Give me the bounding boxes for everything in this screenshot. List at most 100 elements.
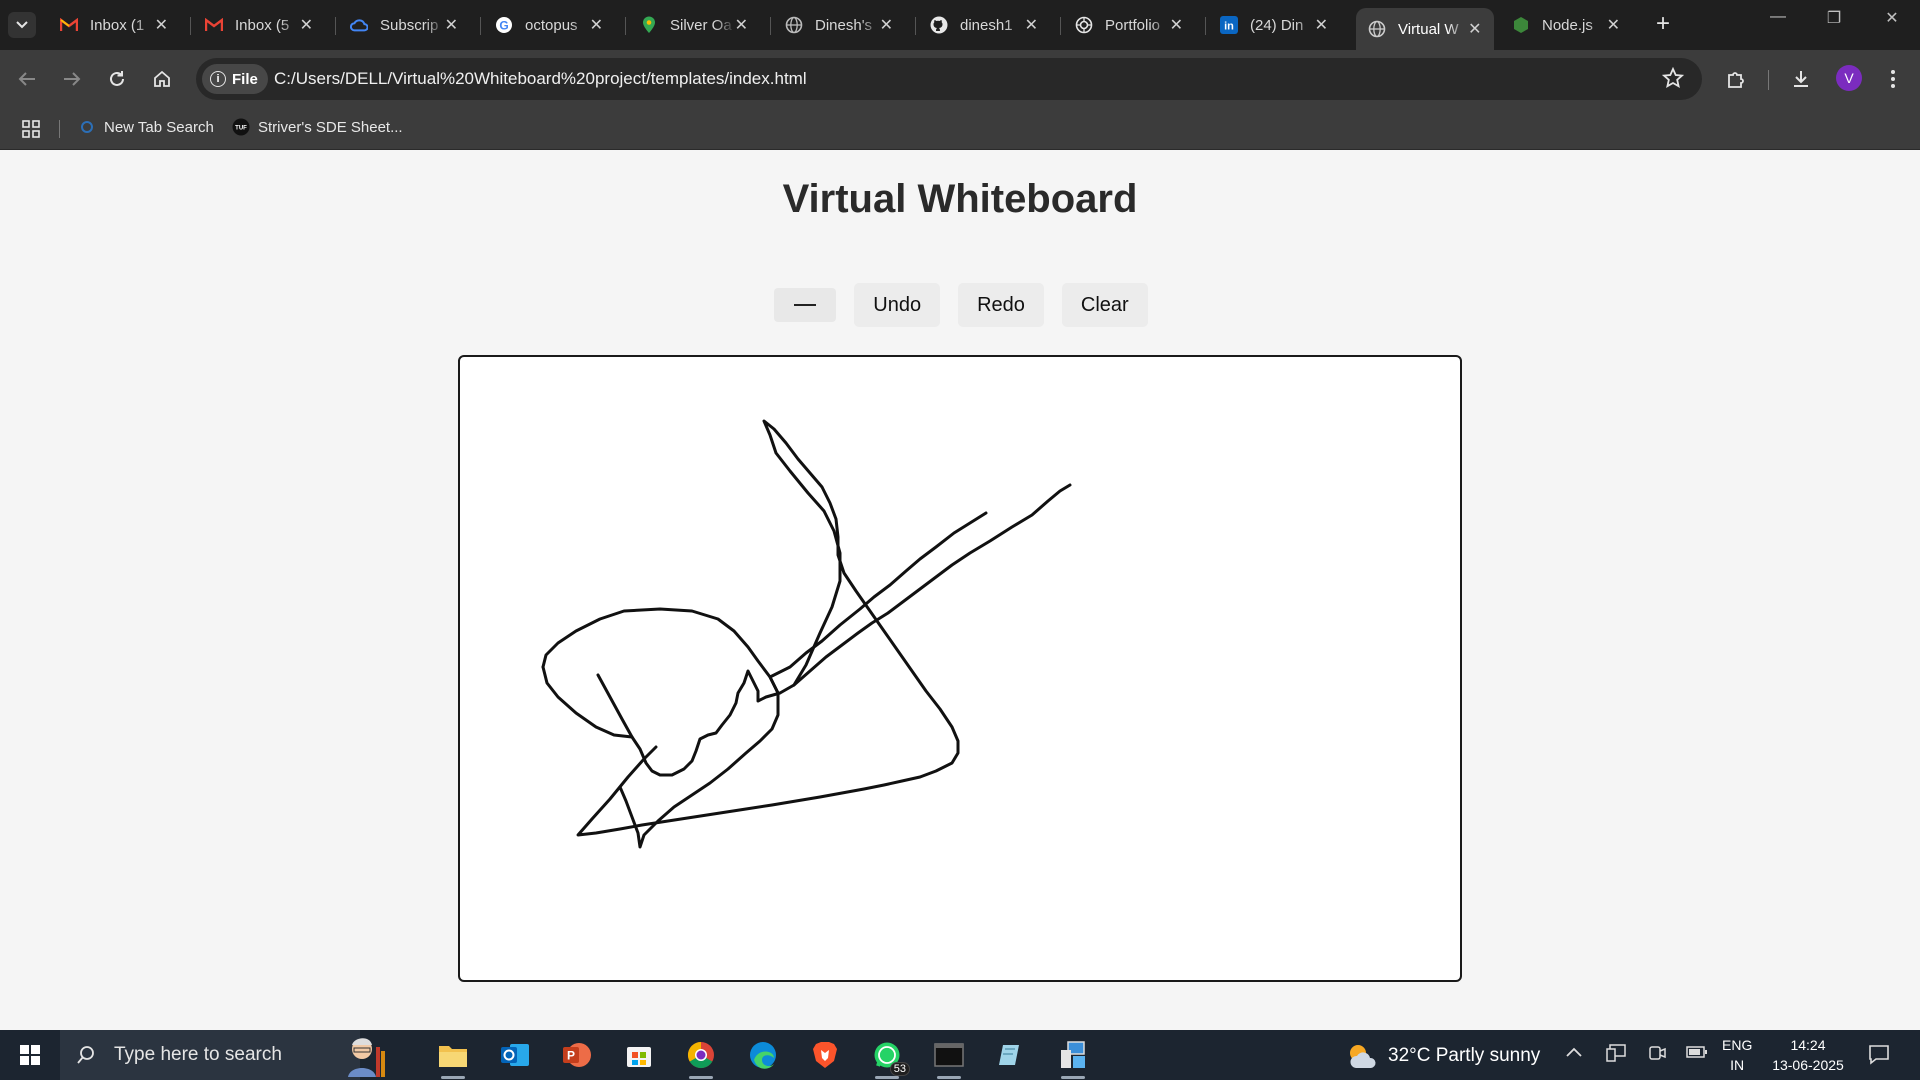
downloads-button[interactable] [1786,64,1816,94]
close-icon[interactable]: ✕ [1315,15,1328,35]
tab-dineshs[interactable]: Dinesh's ✕ [773,8,905,42]
close-icon[interactable]: ✕ [1468,19,1482,39]
bookmarks-bar: New Tab Search TUF Striver's SDE Sheet..… [0,108,1920,150]
battery-tray-button[interactable] [1686,1045,1708,1064]
search-placeholder: Type here to search [114,1044,282,1065]
redo-button[interactable]: Redo [958,283,1044,327]
color-picker[interactable] [774,288,837,322]
bookmark-star-button[interactable] [1661,66,1685,94]
control-panel-icon [1061,1041,1085,1068]
whatsapp-app[interactable]: 53 [870,1038,910,1079]
menu-button[interactable] [1878,64,1908,94]
tab-subscriptions[interactable]: Subscrip ✕ [338,8,470,42]
tab-octopus[interactable]: G octopus ✕ [483,8,615,42]
edge-app[interactable] [746,1038,780,1072]
bookmark-label: Striver's SDE Sheet... [258,118,403,136]
forward-button[interactable] [57,64,87,94]
tab-gmail-1[interactable]: Inbox (1 ✕ [48,8,180,42]
puzzle-icon [1728,72,1744,88]
search-highlight-image[interactable] [344,1032,388,1078]
url-text[interactable]: C:/Users/DELL/Virtual%20Whiteboard%20pro… [274,69,807,89]
home-button[interactable] [147,64,177,94]
globe-icon [785,16,803,34]
reload-button[interactable] [102,64,132,94]
bookmark-new-tab-search[interactable]: New Tab Search [78,118,214,136]
tab-silver-oak[interactable]: Silver Oa ✕ [628,8,760,42]
back-button[interactable] [12,64,42,94]
language-indicator[interactable]: ENG IN [1722,1035,1752,1075]
close-icon[interactable]: ✕ [880,15,893,35]
start-button[interactable] [0,1030,60,1080]
close-icon[interactable]: ✕ [1607,15,1620,35]
folder-icon [439,1046,467,1067]
bookmark-strivers-sheet[interactable]: TUF Striver's SDE Sheet... [232,118,403,136]
weather-text: 32°C Partly sunny [1388,1045,1541,1066]
tab-search-button[interactable] [8,12,36,38]
profile-avatar[interactable]: V [1836,65,1862,91]
file-explorer-app[interactable] [436,1038,470,1079]
tab-title: Node.js [1542,16,1593,34]
tab-gmail-2[interactable]: Inbox (5 ✕ [193,8,325,42]
microsoft-store-app[interactable] [622,1038,656,1072]
kebab-menu-icon [1891,70,1895,88]
drawn-stroke [541,665,634,739]
tab-nodejs[interactable]: Node.js ✕ [1500,8,1632,42]
nodejs-icon [1512,16,1530,34]
close-icon[interactable]: ✕ [735,15,748,35]
system-clock[interactable]: 14:24 13-06-2025 [1768,1035,1848,1075]
whiteboard-canvas[interactable] [458,355,1462,982]
address-bar[interactable]: i File C:/Users/DELL/Virtual%20Whiteboar… [196,58,1702,100]
control-panel-app[interactable] [1056,1038,1090,1079]
undo-button[interactable]: Undo [854,283,941,327]
outlook-icon [501,1044,529,1066]
clear-button[interactable]: Clear [1061,283,1148,327]
tab-title: Inbox (1 [90,16,145,34]
close-icon[interactable]: ✕ [1025,15,1038,35]
close-icon[interactable]: ✕ [300,15,313,35]
apps-button[interactable] [22,120,40,138]
close-icon[interactable]: ✕ [590,15,603,35]
tab-portfolio[interactable]: Portfolio ✕ [1063,8,1195,42]
powerpoint-app[interactable]: P [560,1038,594,1072]
drawn-stroke [768,511,988,695]
windows-logo-icon [20,1045,40,1065]
extensions-button[interactable] [1722,64,1752,94]
gmail-icon [60,16,78,34]
page-content: Virtual Whiteboard Undo Redo Clear [0,151,1920,1029]
new-tab-button[interactable]: + [1648,10,1678,38]
clock-time: 14:24 [1790,1037,1826,1053]
tab-strip: Inbox (1 ✕ Inbox (5 ✕ Subscrip ✕ G octop… [0,0,1920,50]
notification-center-button[interactable] [1868,1043,1890,1070]
notes-app[interactable] [994,1038,1028,1072]
site-info-chip[interactable]: i File [202,64,268,94]
close-icon[interactable]: ✕ [1170,15,1183,35]
close-icon[interactable]: ✕ [155,15,168,35]
google-icon: G [495,16,513,34]
cloud-icon [350,16,368,34]
region-code: IN [1730,1057,1745,1073]
restore-button[interactable]: ❐ [1814,8,1854,28]
tab-linkedin[interactable]: in (24) Din ✕ [1208,8,1340,42]
show-hidden-icons-button[interactable] [1566,1044,1582,1062]
bookmark-label: New Tab Search [104,118,214,136]
meet-tray-button[interactable] [1648,1044,1666,1067]
brave-app[interactable] [808,1038,842,1072]
monitor-icon [1606,1044,1626,1062]
battery-icon [1686,1046,1707,1058]
tab-github[interactable]: dinesh1 ✕ [918,8,1050,42]
close-icon[interactable]: ✕ [445,15,458,35]
outlook-app[interactable] [498,1038,532,1072]
chrome-app[interactable] [684,1038,718,1079]
download-icon [1794,71,1808,87]
close-window-button[interactable]: ✕ [1872,8,1912,28]
svg-text:P: P [567,1049,575,1063]
tab-title: octopus [525,16,578,34]
minimize-button[interactable]: — [1758,8,1798,26]
terminal-app[interactable] [932,1038,966,1079]
network-tray-button[interactable] [1606,1044,1626,1067]
taskbar-search[interactable]: Type here to search [60,1030,360,1080]
arrow-right-icon [64,72,81,86]
tab-virtual-whiteboard[interactable]: Virtual W ✕ [1356,8,1494,50]
gmail-icon [205,16,223,34]
weather-widget[interactable]: 32°C Partly sunny [1346,1042,1540,1070]
